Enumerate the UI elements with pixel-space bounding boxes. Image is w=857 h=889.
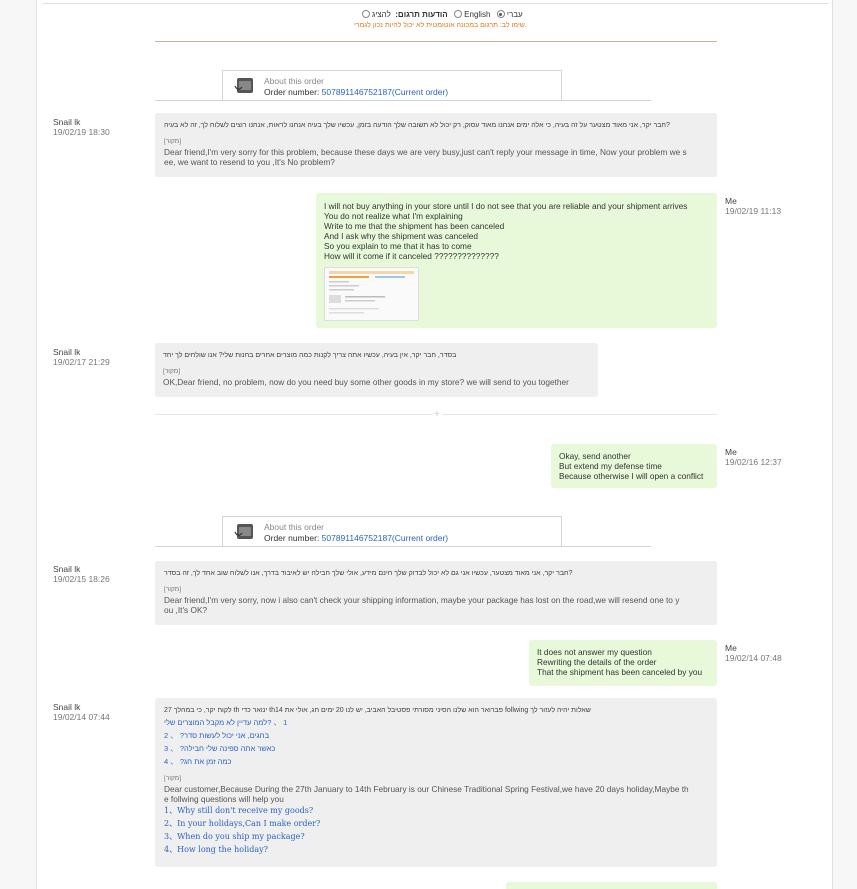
right-margin bbox=[832, 0, 857, 889]
message-sender: Snail lk 19/02/15 18:26 bbox=[53, 564, 110, 584]
message-sender: Snail lk 19/02/19 18:30 bbox=[53, 117, 110, 137]
original-text: בסדר, חבר יקר, אין בעיה, עכשיו אתה צריך … bbox=[163, 352, 457, 359]
original-text: שאלות יהיה לעזור לך follwing פברואר הוא … bbox=[164, 707, 591, 714]
order-number-link[interactable]: 507891146752187(Current order) bbox=[322, 533, 449, 543]
order-card: About this order Order number: 507891146… bbox=[155, 70, 651, 101]
radio-icon bbox=[362, 10, 370, 18]
original-question[interactable]: 4 、 ?כמה זמן את חג bbox=[164, 755, 708, 768]
faq-question-link[interactable]: 2、In your holidays,Can I make order? bbox=[164, 817, 708, 830]
original-tag: [מקור] bbox=[164, 138, 182, 145]
screenshot-thumbnail-icon bbox=[325, 268, 418, 320]
message-bubble-outgoing: Okay, send another But extend my defense… bbox=[551, 444, 717, 488]
order-number: Order number: 507891146752187(Current or… bbox=[264, 87, 449, 97]
order-number: Order number: 507891146752187(Current or… bbox=[264, 533, 449, 543]
message-sender: Snail lk 19/02/17 21:29 bbox=[53, 347, 110, 367]
radio-icon bbox=[454, 10, 463, 18]
message-bubble-outgoing: It does not answer my question Rewriting… bbox=[529, 640, 717, 686]
left-margin bbox=[0, 0, 36, 889]
message-sender: Me 19/02/16 12:37 bbox=[725, 447, 782, 467]
faq-question-link[interactable]: 1、Why still don't receive my goods? bbox=[164, 804, 708, 817]
original-question[interactable]: 3 、 ?כאשר אתה ספינה שלי חבילה bbox=[164, 742, 708, 755]
message-bubble-incoming: שאלות יהיה לעזור לך follwing פברואר הוא … bbox=[155, 698, 717, 867]
original-text: ?חבר יקר, אני מאוד מצטער על זה בעיה, כי … bbox=[164, 122, 670, 129]
message-sender: Me 19/02/19 11:13 bbox=[725, 196, 782, 216]
translation-language-bar: להציג הודעות תרגום: English עברי bbox=[360, 10, 523, 19]
original-text: ?חבר יקר, אני מאוד מצטער, עכשיו אני גם ל… bbox=[164, 570, 573, 577]
original-tag: [מקור] bbox=[163, 368, 181, 375]
attached-image[interactable] bbox=[324, 267, 419, 321]
message-sender: Me 19/02/14 07:48 bbox=[725, 643, 782, 663]
faq-question-link[interactable]: 3、When do you ship my package? bbox=[164, 830, 708, 843]
translate-messages-label: הודעות תרגום: bbox=[395, 10, 448, 19]
original-question[interactable]: 1 、 ?למה עדיין לא מקבל המוצרים שלי bbox=[164, 716, 708, 729]
original-tag: [מקור] bbox=[164, 775, 182, 782]
product-thumbnail-icon bbox=[234, 524, 253, 539]
radio-show-original[interactable]: להציג bbox=[360, 10, 391, 19]
original-question[interactable]: 2 、 ?בחגים, אני יכול לעשות סדר bbox=[164, 729, 708, 742]
radio-english[interactable]: English bbox=[452, 10, 490, 19]
message-bubble-incoming: ?חבר יקר, אני מאוד מצטער על זה בעיה, כי … bbox=[155, 113, 717, 177]
message-sender: Snail lk 19/02/14 07:44 bbox=[53, 702, 110, 722]
product-thumbnail-icon bbox=[234, 78, 253, 93]
message-bubble-outgoing-partial bbox=[506, 882, 717, 889]
expand-plus-icon[interactable]: + bbox=[432, 409, 442, 420]
faq-question-link[interactable]: 4、How long the holiday? bbox=[164, 843, 708, 856]
top-border bbox=[43, 3, 828, 4]
machine-translation-note: .שימו לב: תרגום במכונה אוטומטית לא יכול … bbox=[354, 22, 527, 29]
original-tag: [מקור] bbox=[164, 586, 182, 593]
message-bubble-outgoing: I will not buy anything in your store un… bbox=[316, 193, 717, 328]
radio-selected-icon bbox=[496, 10, 505, 18]
order-number-link[interactable]: 507891146752187(Current order) bbox=[322, 87, 449, 97]
order-card-title: About this order bbox=[264, 76, 325, 86]
order-card: About this order Order number: 507891146… bbox=[155, 516, 651, 547]
message-bubble-incoming: ?חבר יקר, אני מאוד מצטער, עכשיו אני גם ל… bbox=[155, 561, 717, 625]
message-bubble-incoming: בסדר, חבר יקר, אין בעיה, עכשיו אתה צריך … bbox=[155, 343, 598, 397]
order-card-title: About this order bbox=[264, 522, 325, 532]
radio-hebrew[interactable]: עברי bbox=[495, 10, 523, 19]
header-separator bbox=[155, 41, 717, 42]
